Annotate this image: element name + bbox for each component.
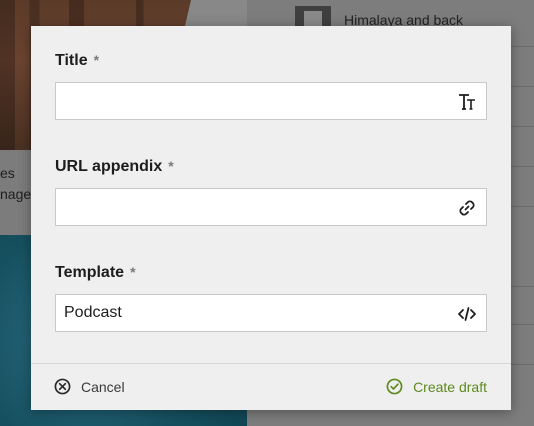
- code-icon: [458, 307, 476, 321]
- title-input[interactable]: [55, 82, 487, 120]
- dialog-footer: Cancel Create draft: [31, 363, 511, 410]
- text-size-icon: [459, 94, 475, 110]
- url-appendix-label-text: URL appendix: [55, 158, 163, 175]
- title-field-label: Title *: [55, 52, 99, 70]
- title-label-text: Title: [55, 52, 88, 69]
- template-input-value[interactable]: Podcast: [64, 304, 122, 322]
- background-caption-line1: es: [0, 165, 15, 181]
- template-field-label: Template *: [55, 264, 136, 282]
- create-draft-button-label: Create draft: [413, 378, 487, 395]
- link-icon: [459, 200, 475, 216]
- required-asterisk: *: [168, 158, 174, 174]
- template-input[interactable]: Podcast: [55, 294, 487, 332]
- create-draft-button[interactable]: Create draft: [386, 378, 487, 395]
- close-circle-icon: [54, 378, 71, 395]
- required-asterisk: *: [130, 264, 136, 280]
- create-page-dialog: Title * URL appendix * Template * Podcast: [31, 26, 511, 410]
- template-label-text: Template: [55, 264, 125, 281]
- cancel-button-label: Cancel: [81, 378, 125, 395]
- url-appendix-field-label: URL appendix *: [55, 158, 174, 176]
- cancel-button[interactable]: Cancel: [54, 378, 125, 395]
- required-asterisk: *: [93, 52, 100, 68]
- url-appendix-input[interactable]: [55, 188, 487, 226]
- check-circle-icon: [386, 378, 403, 395]
